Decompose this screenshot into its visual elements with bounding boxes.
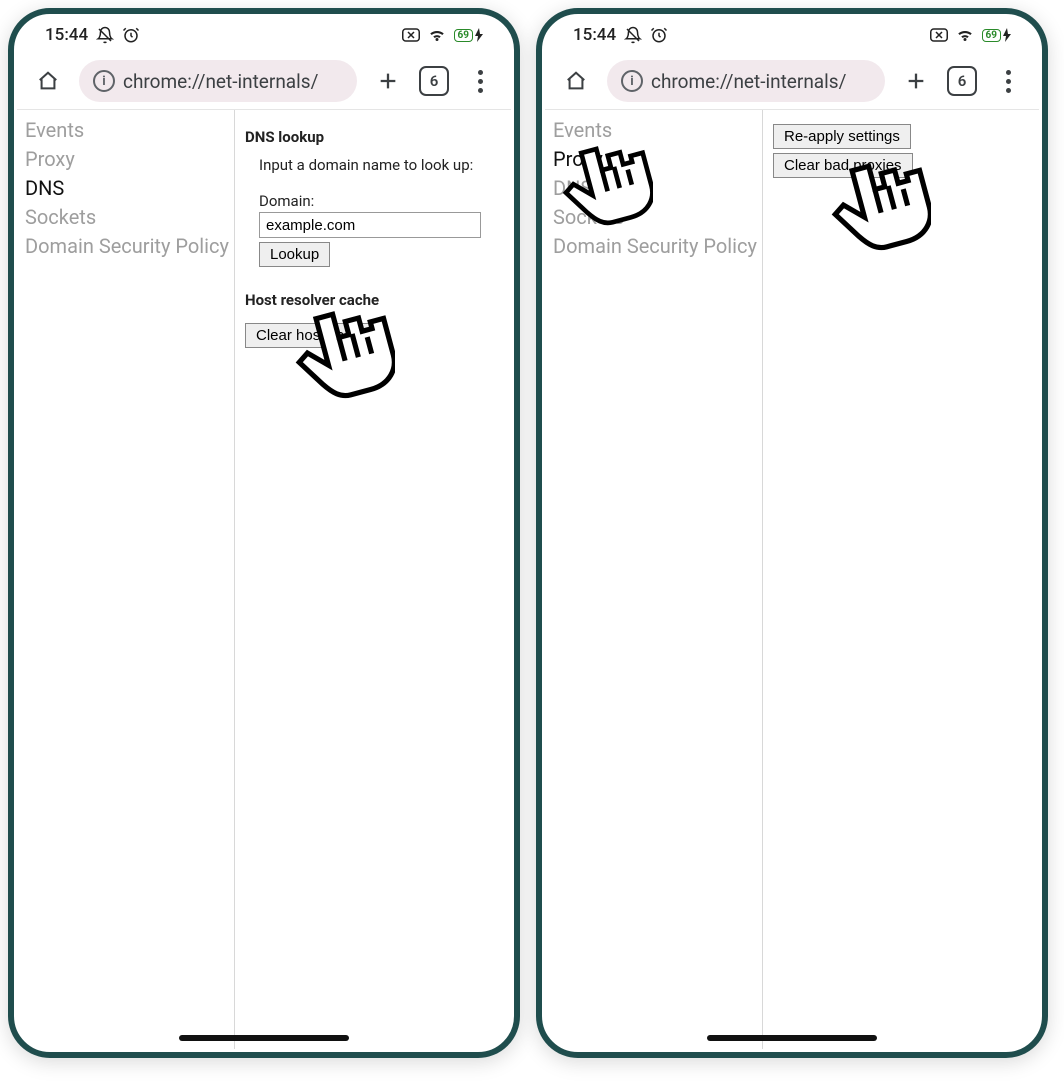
phone-right: 15:44 69 xyxy=(536,8,1048,1058)
statusbar: 15:44 69 xyxy=(545,17,1039,53)
more-menu-icon[interactable] xyxy=(463,64,497,98)
new-tab-icon[interactable] xyxy=(371,64,405,98)
info-icon: i xyxy=(621,70,643,92)
home-icon[interactable] xyxy=(31,64,65,98)
lookup-button[interactable]: Lookup xyxy=(259,242,330,267)
wifi-icon xyxy=(956,28,974,42)
sidebar-item-domain-security[interactable]: Domain Security Policy xyxy=(553,232,762,261)
wifi-icon xyxy=(428,28,446,42)
close-badge-icon xyxy=(402,28,420,42)
sidebar-item-sockets[interactable]: Sockets xyxy=(25,203,234,232)
tabs-button[interactable]: 6 xyxy=(947,66,977,96)
alarm-icon xyxy=(650,26,668,44)
home-icon[interactable] xyxy=(559,64,593,98)
bell-off-icon xyxy=(624,26,642,44)
sidebar-item-domain-security[interactable]: Domain Security Policy xyxy=(25,232,234,261)
alarm-icon xyxy=(122,26,140,44)
info-icon: i xyxy=(93,70,115,92)
home-indicator xyxy=(179,1035,349,1041)
domain-label: Domain: xyxy=(259,192,501,210)
tab-count: 6 xyxy=(958,72,967,90)
sidebar-item-proxy[interactable]: Proxy xyxy=(25,145,234,174)
more-menu-icon[interactable] xyxy=(991,64,1025,98)
sidebar-item-events[interactable]: Events xyxy=(25,116,234,145)
close-badge-icon xyxy=(930,28,948,42)
url-bar[interactable]: i chrome://net-internals/ xyxy=(607,60,885,102)
bell-off-icon xyxy=(96,26,114,44)
tabs-button[interactable]: 6 xyxy=(419,66,449,96)
domain-input[interactable] xyxy=(259,212,481,238)
url-text: chrome://net-internals/ xyxy=(123,70,318,93)
dns-hint: Input a domain name to look up: xyxy=(259,156,501,174)
sidebar: Events Proxy DNS Sockets Domain Security… xyxy=(545,110,763,1049)
url-text: chrome://net-internals/ xyxy=(651,70,846,93)
dns-lookup-heading: DNS lookup xyxy=(245,128,501,146)
clear-bad-proxies-button[interactable]: Clear bad proxies xyxy=(773,153,913,178)
battery-icon: 69 xyxy=(982,28,1011,42)
main-proxy: Re-apply settings Clear bad proxies xyxy=(763,110,1039,1049)
main-dns: DNS lookup Input a domain name to look u… xyxy=(235,110,511,1049)
statusbar: 15:44 69 xyxy=(17,17,511,53)
sidebar-item-dns[interactable]: DNS xyxy=(25,174,234,203)
chrome-toolbar: i chrome://net-internals/ 6 xyxy=(545,53,1039,109)
tab-count: 6 xyxy=(430,72,439,90)
reapply-settings-button[interactable]: Re-apply settings xyxy=(773,124,911,149)
phone-left: 15:44 69 xyxy=(8,8,520,1058)
battery-icon: 69 xyxy=(454,28,483,42)
sidebar-item-dns[interactable]: DNS xyxy=(553,174,762,203)
sidebar-item-events[interactable]: Events xyxy=(553,116,762,145)
clear-host-cache-button[interactable]: Clear host cache xyxy=(245,323,380,348)
sidebar-item-proxy[interactable]: Proxy xyxy=(553,145,762,174)
sidebar: Events Proxy DNS Sockets Domain Security… xyxy=(17,110,235,1049)
sidebar-item-sockets[interactable]: Sockets xyxy=(553,203,762,232)
chrome-toolbar: i chrome://net-internals/ 6 xyxy=(17,53,511,109)
home-indicator xyxy=(707,1035,877,1041)
url-bar[interactable]: i chrome://net-internals/ xyxy=(79,60,357,102)
host-cache-heading: Host resolver cache xyxy=(245,291,501,309)
status-time: 15:44 xyxy=(45,25,88,45)
status-time: 15:44 xyxy=(573,25,616,45)
new-tab-icon[interactable] xyxy=(899,64,933,98)
